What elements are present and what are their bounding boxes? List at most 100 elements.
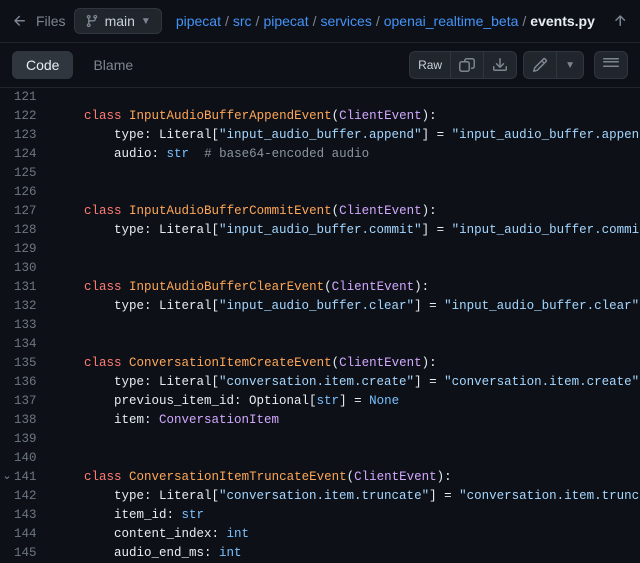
line-number[interactable]: 138 — [14, 411, 50, 430]
code-line: 128 type: Literal["input_audio_buffer.co… — [0, 221, 640, 240]
line-number[interactable]: 127 — [14, 202, 50, 221]
expand-gutter — [0, 506, 14, 525]
chevron-down-icon: ▼ — [141, 16, 151, 27]
expand-gutter — [0, 392, 14, 411]
code-content: class ConversationItemCreateEvent(Client… — [50, 354, 640, 373]
line-number[interactable]: 125 — [14, 164, 50, 183]
line-number[interactable]: 137 — [14, 392, 50, 411]
expand-gutter — [0, 487, 14, 506]
code-content: item_id: str — [50, 506, 640, 525]
raw-group: Raw — [409, 51, 517, 79]
edit-menu-chevron-icon[interactable]: ▼ — [556, 51, 584, 79]
raw-button[interactable]: Raw — [409, 51, 450, 79]
code-content: type: Literal["input_audio_buffer.append… — [50, 126, 640, 145]
code-content: audio_end_ms: int — [50, 544, 640, 563]
expand-gutter — [0, 145, 14, 164]
code-line: 144 content_index: int — [0, 525, 640, 544]
breadcrumb-link[interactable]: src — [233, 13, 252, 29]
branch-name: main — [105, 13, 135, 29]
line-number[interactable]: 131 — [14, 278, 50, 297]
breadcrumb-link[interactable]: pipecat — [263, 13, 308, 29]
line-number[interactable]: 121 — [14, 88, 50, 107]
code-line: 130 — [0, 259, 640, 278]
file-toolbar: Code Blame Raw ▼ — [0, 43, 640, 88]
expand-gutter — [0, 411, 14, 430]
code-line: 124 audio: str # base64-encoded audio — [0, 145, 640, 164]
line-number[interactable]: 132 — [14, 297, 50, 316]
code-line: 132 type: Literal["input_audio_buffer.cl… — [0, 297, 640, 316]
line-number[interactable]: 136 — [14, 373, 50, 392]
code-line: 123 type: Literal["input_audio_buffer.ap… — [0, 126, 640, 145]
line-number[interactable]: 128 — [14, 221, 50, 240]
line-number[interactable]: 142 — [14, 487, 50, 506]
line-number[interactable]: 140 — [14, 449, 50, 468]
code-content — [50, 335, 640, 354]
code-content: class InputAudioBufferAppendEvent(Client… — [50, 107, 640, 126]
download-icon[interactable] — [483, 51, 517, 79]
code-content — [50, 316, 640, 335]
breadcrumb-separator: / — [522, 13, 526, 29]
expand-gutter — [0, 316, 14, 335]
expand-gutter — [0, 202, 14, 221]
line-number[interactable]: 123 — [14, 126, 50, 145]
line-number[interactable]: 129 — [14, 240, 50, 259]
expand-gutter — [0, 335, 14, 354]
code-content: type: Literal["conversation.item.create"… — [50, 373, 640, 392]
tab-code[interactable]: Code — [12, 51, 73, 79]
line-number[interactable]: 143 — [14, 506, 50, 525]
line-number[interactable]: 139 — [14, 430, 50, 449]
expand-gutter — [0, 278, 14, 297]
code-line: 142 type: Literal["conversation.item.tru… — [0, 487, 640, 506]
code-line: 135 class ConversationItemCreateEvent(Cl… — [0, 354, 640, 373]
code-line: 134 — [0, 335, 640, 354]
code-line: 122 class InputAudioBufferAppendEvent(Cl… — [0, 107, 640, 126]
code-content: audio: str # base64-encoded audio — [50, 145, 640, 164]
code-line: 143 item_id: str — [0, 506, 640, 525]
breadcrumb-separator: / — [256, 13, 260, 29]
expand-gutter — [0, 240, 14, 259]
expand-gutter — [0, 221, 14, 240]
expand-gutter[interactable]: ⌄ — [0, 468, 14, 487]
go-to-top-icon[interactable] — [612, 13, 628, 29]
line-number[interactable]: 122 — [14, 107, 50, 126]
code-content — [50, 88, 640, 107]
code-content: class InputAudioBufferCommitEvent(Client… — [50, 202, 640, 221]
code-content — [50, 164, 640, 183]
expand-gutter — [0, 297, 14, 316]
edit-icon[interactable] — [523, 51, 556, 79]
code-line: 137 previous_item_id: Optional[str] = No… — [0, 392, 640, 411]
code-line: 131 class InputAudioBufferClearEvent(Cli… — [0, 278, 640, 297]
code-content: class ConversationItemTruncateEvent(Clie… — [50, 468, 640, 487]
edit-group: ▼ — [523, 51, 584, 79]
code-content: type: Literal["conversation.item.truncat… — [50, 487, 640, 506]
copy-icon[interactable] — [450, 51, 483, 79]
code-line: 139 — [0, 430, 640, 449]
line-number[interactable]: 141 — [14, 468, 50, 487]
line-number[interactable]: 134 — [14, 335, 50, 354]
expand-gutter — [0, 373, 14, 392]
tab-blame[interactable]: Blame — [79, 51, 147, 79]
line-number[interactable]: 124 — [14, 145, 50, 164]
expand-gutter — [0, 126, 14, 145]
code-content: type: Literal["input_audio_buffer.clear"… — [50, 297, 640, 316]
line-number[interactable]: 144 — [14, 525, 50, 544]
breadcrumb-current: events.py — [530, 13, 595, 29]
line-number[interactable]: 135 — [14, 354, 50, 373]
line-number[interactable]: 126 — [14, 183, 50, 202]
branch-selector[interactable]: main ▼ — [74, 8, 162, 34]
breadcrumb-link[interactable]: openai_realtime_beta — [384, 13, 519, 29]
back-arrow-icon[interactable] — [12, 13, 28, 29]
more-options-icon[interactable] — [594, 51, 628, 79]
breadcrumb-separator: / — [313, 13, 317, 29]
expand-gutter — [0, 544, 14, 563]
line-number[interactable]: 145 — [14, 544, 50, 563]
breadcrumb-link[interactable]: services — [320, 13, 371, 29]
line-number[interactable]: 130 — [14, 259, 50, 278]
code-line: 129 — [0, 240, 640, 259]
files-label[interactable]: Files — [36, 13, 66, 29]
breadcrumb-link[interactable]: pipecat — [176, 13, 221, 29]
expand-gutter — [0, 107, 14, 126]
line-number[interactable]: 133 — [14, 316, 50, 335]
code-line: 121 — [0, 88, 640, 107]
code-line: 138 item: ConversationItem — [0, 411, 640, 430]
